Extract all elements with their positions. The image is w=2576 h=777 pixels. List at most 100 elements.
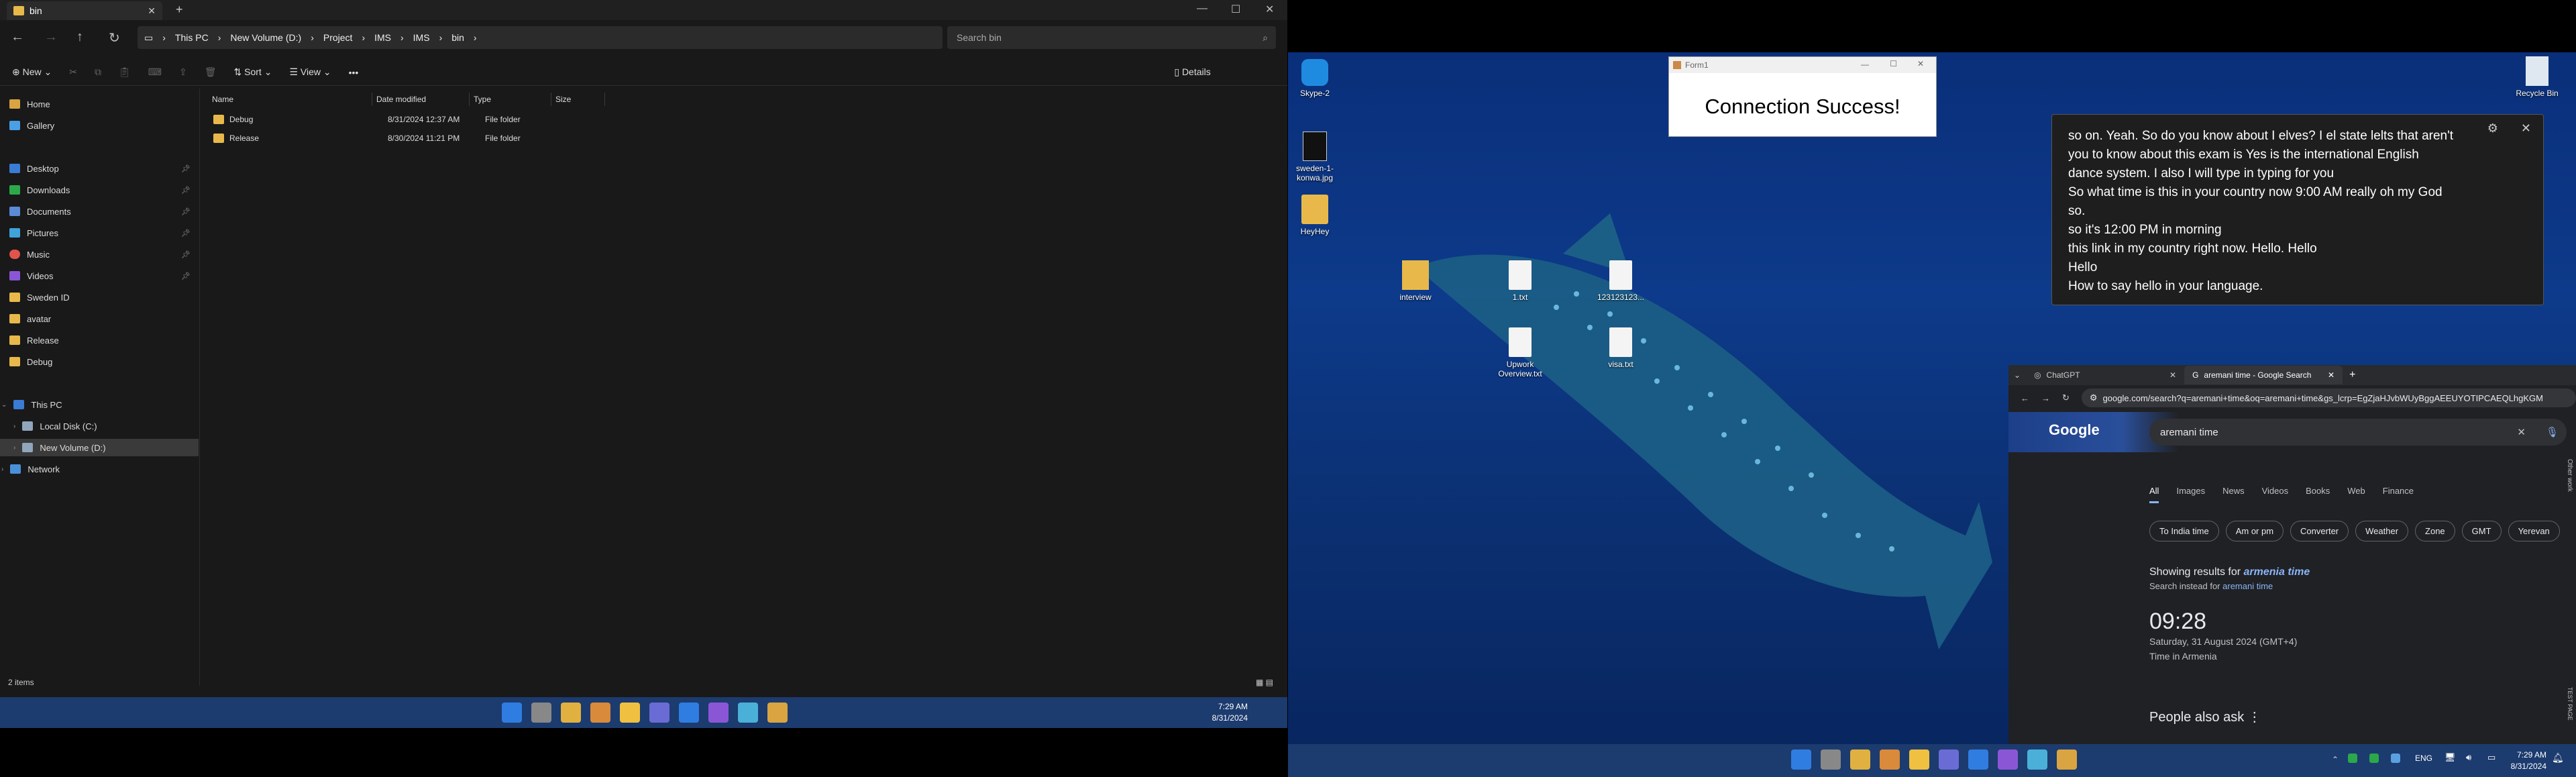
forward-icon[interactable]: → xyxy=(2041,393,2050,403)
chrome-icon[interactable] xyxy=(1850,749,1870,770)
url-bar[interactable]: ⚙ google.com/search?q=aremani+time&oq=are… xyxy=(2081,389,2576,407)
chip[interactable]: Yerevan xyxy=(2508,521,2560,541)
notification-icon[interactable]: 🔔︎ xyxy=(2552,752,2564,764)
visual-studio-icon[interactable] xyxy=(708,703,729,723)
close-tab-icon[interactable]: ✕ xyxy=(148,5,156,17)
vscode-icon[interactable] xyxy=(679,703,699,723)
chip[interactable]: To India time xyxy=(2149,521,2219,541)
desktop-icon-folder[interactable]: HeyHey xyxy=(1288,195,1342,236)
tab-web[interactable]: Web xyxy=(2347,486,2365,503)
back-icon[interactable]: ← xyxy=(2021,393,2029,403)
nav-item-folder[interactable]: avatar xyxy=(9,310,197,327)
discord-icon[interactable] xyxy=(649,703,669,723)
share-icon[interactable]: ⇪ xyxy=(179,66,187,78)
explorer-tab[interactable]: bin ✕ xyxy=(7,1,162,20)
column-size[interactable]: Size xyxy=(551,93,605,106)
battery-icon[interactable]: ▭ xyxy=(2487,752,2496,763)
tray-app-icon[interactable] xyxy=(2391,754,2400,763)
new-tab-icon[interactable]: + xyxy=(2343,369,2362,381)
vscode-icon[interactable] xyxy=(1968,749,1988,770)
more-button[interactable]: ••• xyxy=(349,67,359,78)
column-type[interactable]: Type xyxy=(470,93,551,106)
breadcrumb-item[interactable]: Project xyxy=(323,32,353,43)
corrected-query-link[interactable]: armenia time xyxy=(2244,566,2310,578)
column-date[interactable]: Date modified xyxy=(372,93,470,106)
view-toggle-icons[interactable]: ▦ ▤ xyxy=(1256,678,1273,687)
column-name[interactable]: Name xyxy=(208,93,372,106)
tab-books[interactable]: Books xyxy=(2306,486,2330,503)
nav-item-gallery[interactable]: Gallery xyxy=(9,117,197,134)
start-icon[interactable] xyxy=(502,703,522,723)
paste-icon[interactable]: 📋︎ xyxy=(119,66,131,78)
nav-item-folder[interactable]: Sweden ID xyxy=(9,289,197,306)
close-icon[interactable]: ✕ xyxy=(1917,59,1924,68)
visual-studio-icon[interactable] xyxy=(1998,749,2018,770)
breadcrumb-item[interactable]: bin xyxy=(451,32,464,43)
more-icon[interactable]: ⋮ xyxy=(2248,710,2261,725)
nav-item-videos[interactable]: Videos 📌︎ xyxy=(9,267,197,284)
tab-search-icon[interactable]: ⌄ xyxy=(2008,370,2026,380)
gear-icon[interactable]: ⚙ xyxy=(2487,121,2498,135)
app-icon[interactable] xyxy=(590,703,610,723)
file-explorer-icon[interactable] xyxy=(620,703,640,723)
app-icon[interactable] xyxy=(738,703,758,723)
chip[interactable]: Zone xyxy=(2415,521,2455,541)
tray-overflow-icon[interactable]: ⌃ xyxy=(2332,755,2339,764)
app-icon[interactable] xyxy=(767,703,788,723)
original-query-link[interactable]: aremani time xyxy=(2222,581,2273,591)
start-icon[interactable] xyxy=(1791,749,1811,770)
nav-item-folder[interactable]: Release xyxy=(9,331,197,349)
nav-item-new-volume[interactable]: › New Volume (D:) xyxy=(0,439,199,456)
minimize-icon[interactable]: — xyxy=(1197,3,1208,15)
breadcrumb-item[interactable]: IMS xyxy=(413,32,430,43)
up-icon[interactable]: ↑ xyxy=(76,30,83,45)
volume-icon[interactable]: 🔊︎ xyxy=(2466,752,2471,763)
taskbar-clock[interactable]: 7:29 AM 8/31/2024 xyxy=(1201,701,1248,724)
nav-item-pictures[interactable]: Pictures 📌︎ xyxy=(9,224,197,242)
tab-videos[interactable]: Videos xyxy=(2262,486,2289,503)
microphone-icon[interactable]: 🎙︎ xyxy=(2546,426,2559,438)
new-tab-icon[interactable]: + xyxy=(176,3,183,17)
network-icon[interactable]: 🖥︎ xyxy=(2445,752,2456,763)
tab-google-search[interactable]: Garemani time - Google Search ✕ xyxy=(2184,366,2343,384)
app-icon[interactable] xyxy=(2057,749,2077,770)
maximize-icon[interactable]: ☐ xyxy=(1890,59,1897,68)
app-icon[interactable] xyxy=(1880,749,1900,770)
tray-app-icon[interactable] xyxy=(2348,754,2357,763)
refresh-icon[interactable]: ↻ xyxy=(109,30,120,46)
taskbar-clock[interactable]: 7:29 AM 8/31/2024 xyxy=(2500,749,2546,772)
copy-icon[interactable]: ⧉ xyxy=(95,66,101,78)
chip[interactable]: Am or pm xyxy=(2225,521,2284,541)
breadcrumb-item[interactable]: IMS xyxy=(374,32,391,43)
google-doodle-logo[interactable]: Google xyxy=(2049,421,2100,439)
close-tab-icon[interactable]: ✕ xyxy=(2169,370,2176,380)
nav-item-music[interactable]: Music 📌︎ xyxy=(9,246,197,263)
discord-icon[interactable] xyxy=(1939,749,1959,770)
desktop-icon-skype[interactable]: Skype-2 xyxy=(1288,59,1342,98)
forward-icon[interactable]: → xyxy=(44,30,58,45)
tray-app-icon[interactable] xyxy=(2369,754,2379,763)
rename-icon[interactable]: ⌨ xyxy=(148,66,162,78)
task-view-icon[interactable] xyxy=(1821,749,1841,770)
address-bar[interactable]: ▭ › This PC › New Volume (D:) › Project … xyxy=(138,26,943,49)
desktop-icon-text[interactable]: Upwork Overview.txt xyxy=(1493,327,1547,378)
clear-icon[interactable]: ✕ xyxy=(2517,426,2526,438)
tab-images[interactable]: Images xyxy=(2176,486,2205,503)
new-button[interactable]: ⊕ New ⌄ xyxy=(12,66,52,78)
task-view-icon[interactable] xyxy=(531,703,551,723)
desktop-icon-text[interactable]: 1.txt xyxy=(1493,260,1547,302)
sort-button[interactable]: ⇅ Sort ⌄ xyxy=(234,66,272,78)
minimize-icon[interactable]: — xyxy=(1861,60,1869,69)
chip[interactable]: Weather xyxy=(2355,521,2409,541)
cut-icon[interactable]: ✂ xyxy=(69,66,77,78)
file-explorer-icon[interactable] xyxy=(1909,749,1929,770)
desktop-icon-text[interactable]: visa.txt xyxy=(1594,327,1648,369)
close-icon[interactable]: ✕ xyxy=(2521,121,2531,135)
view-button[interactable]: ☰ View ⌄ xyxy=(289,66,331,78)
chip[interactable]: GMT xyxy=(2461,521,2502,541)
nav-item-folder[interactable]: Debug xyxy=(9,353,197,370)
file-row[interactable]: Release 8/30/2024 11:21 PM File folder xyxy=(213,130,567,147)
tab-all[interactable]: All xyxy=(2149,486,2159,503)
file-row[interactable]: Debug 8/31/2024 12:37 AM File folder xyxy=(213,111,567,128)
tab-chatgpt[interactable]: ◎ ChatGPT ✕ xyxy=(2026,366,2184,384)
